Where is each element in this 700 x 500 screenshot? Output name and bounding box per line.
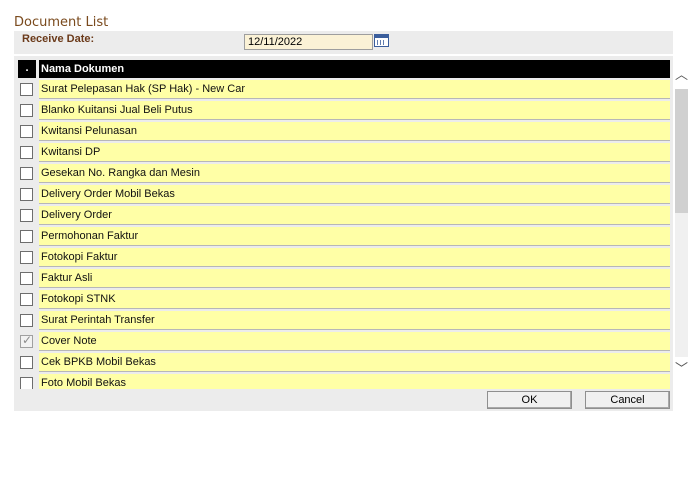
table-row: Kwitansi DP [14, 143, 673, 164]
row-checkbox[interactable] [20, 83, 33, 96]
table-row: Blanko Kuitansi Jual Beli Putus [14, 101, 673, 122]
receive-date-label: Receive Date: [22, 33, 95, 45]
table-row: Permohonan Faktur [14, 227, 673, 248]
table-row: Faktur Asli [14, 269, 673, 290]
row-checkbox[interactable] [20, 251, 33, 264]
header-name-column: Nama Dokumen [39, 60, 670, 78]
dialog-footer: OK Cancel [14, 389, 673, 411]
vertical-scrollbar[interactable]: ︿ ﹀ [673, 67, 690, 378]
row-checkbox[interactable] [20, 356, 33, 369]
table-row: Surat Perintah Transfer [14, 311, 673, 332]
document-name: Fotokopi STNK [39, 290, 670, 309]
document-name: Fotokopi Faktur [39, 248, 670, 267]
table-row: Cek BPKB Mobil Bekas [14, 353, 673, 374]
table-row: Cover Note [14, 332, 673, 353]
document-name: Permohonan Faktur [39, 227, 670, 246]
row-checkbox[interactable] [20, 209, 33, 222]
header-check-column: . [18, 60, 36, 78]
row-checkbox[interactable] [20, 293, 33, 306]
table-row: Kwitansi Pelunasan [14, 122, 673, 143]
document-name: Surat Perintah Transfer [39, 311, 670, 330]
document-name: Delivery Order [39, 206, 670, 225]
ok-button[interactable]: OK [487, 391, 572, 409]
dialog-title: Document List [14, 15, 109, 30]
row-checkbox[interactable] [20, 314, 33, 327]
row-checkbox[interactable] [20, 125, 33, 138]
document-name: Blanko Kuitansi Jual Beli Putus [39, 101, 670, 120]
scrollbar-thumb[interactable] [675, 89, 688, 213]
table-row: Gesekan No. Rangka dan Mesin [14, 164, 673, 185]
document-name: Kwitansi DP [39, 143, 670, 162]
document-name: Cover Note [39, 332, 670, 351]
document-name: Cek BPKB Mobil Bekas [39, 353, 670, 372]
document-name: Delivery Order Mobil Bekas [39, 185, 670, 204]
document-name: Gesekan No. Rangka dan Mesin [39, 164, 670, 183]
row-checkbox[interactable] [20, 272, 33, 285]
table-row: Fotokopi STNK [14, 290, 673, 311]
document-name: Faktur Asli [39, 269, 670, 288]
row-checkbox[interactable] [20, 377, 33, 389]
row-checkbox[interactable] [20, 188, 33, 201]
table-row: Foto Mobil Bekas [14, 374, 673, 389]
document-name: Surat Pelepasan Hak (SP Hak) - New Car [39, 80, 670, 99]
receive-date-input[interactable]: 12/11/2022 [244, 34, 373, 50]
chevron-down-icon[interactable]: ﹀ [673, 361, 690, 378]
calendar-icon[interactable] [374, 34, 389, 47]
table-row: Delivery Order [14, 206, 673, 227]
document-grid: . Nama Dokumen Surat Pelepasan Hak (SP H… [14, 56, 673, 389]
filter-bar: Receive Date: 12/11/2022 [14, 31, 673, 54]
chevron-up-icon[interactable]: ︿ [673, 67, 690, 84]
table-row: Surat Pelepasan Hak (SP Hak) - New Car [14, 80, 673, 101]
row-checkbox[interactable] [20, 333, 33, 348]
table-row: Delivery Order Mobil Bekas [14, 185, 673, 206]
row-checkbox[interactable] [20, 167, 33, 180]
row-checkbox[interactable] [20, 230, 33, 243]
document-name: Foto Mobil Bekas [39, 374, 670, 389]
table-row: Fotokopi Faktur [14, 248, 673, 269]
row-checkbox[interactable] [20, 104, 33, 117]
cancel-button[interactable]: Cancel [585, 391, 670, 409]
scrollbar-track[interactable] [675, 89, 688, 357]
row-checkbox[interactable] [20, 146, 33, 159]
document-name: Kwitansi Pelunasan [39, 122, 670, 141]
